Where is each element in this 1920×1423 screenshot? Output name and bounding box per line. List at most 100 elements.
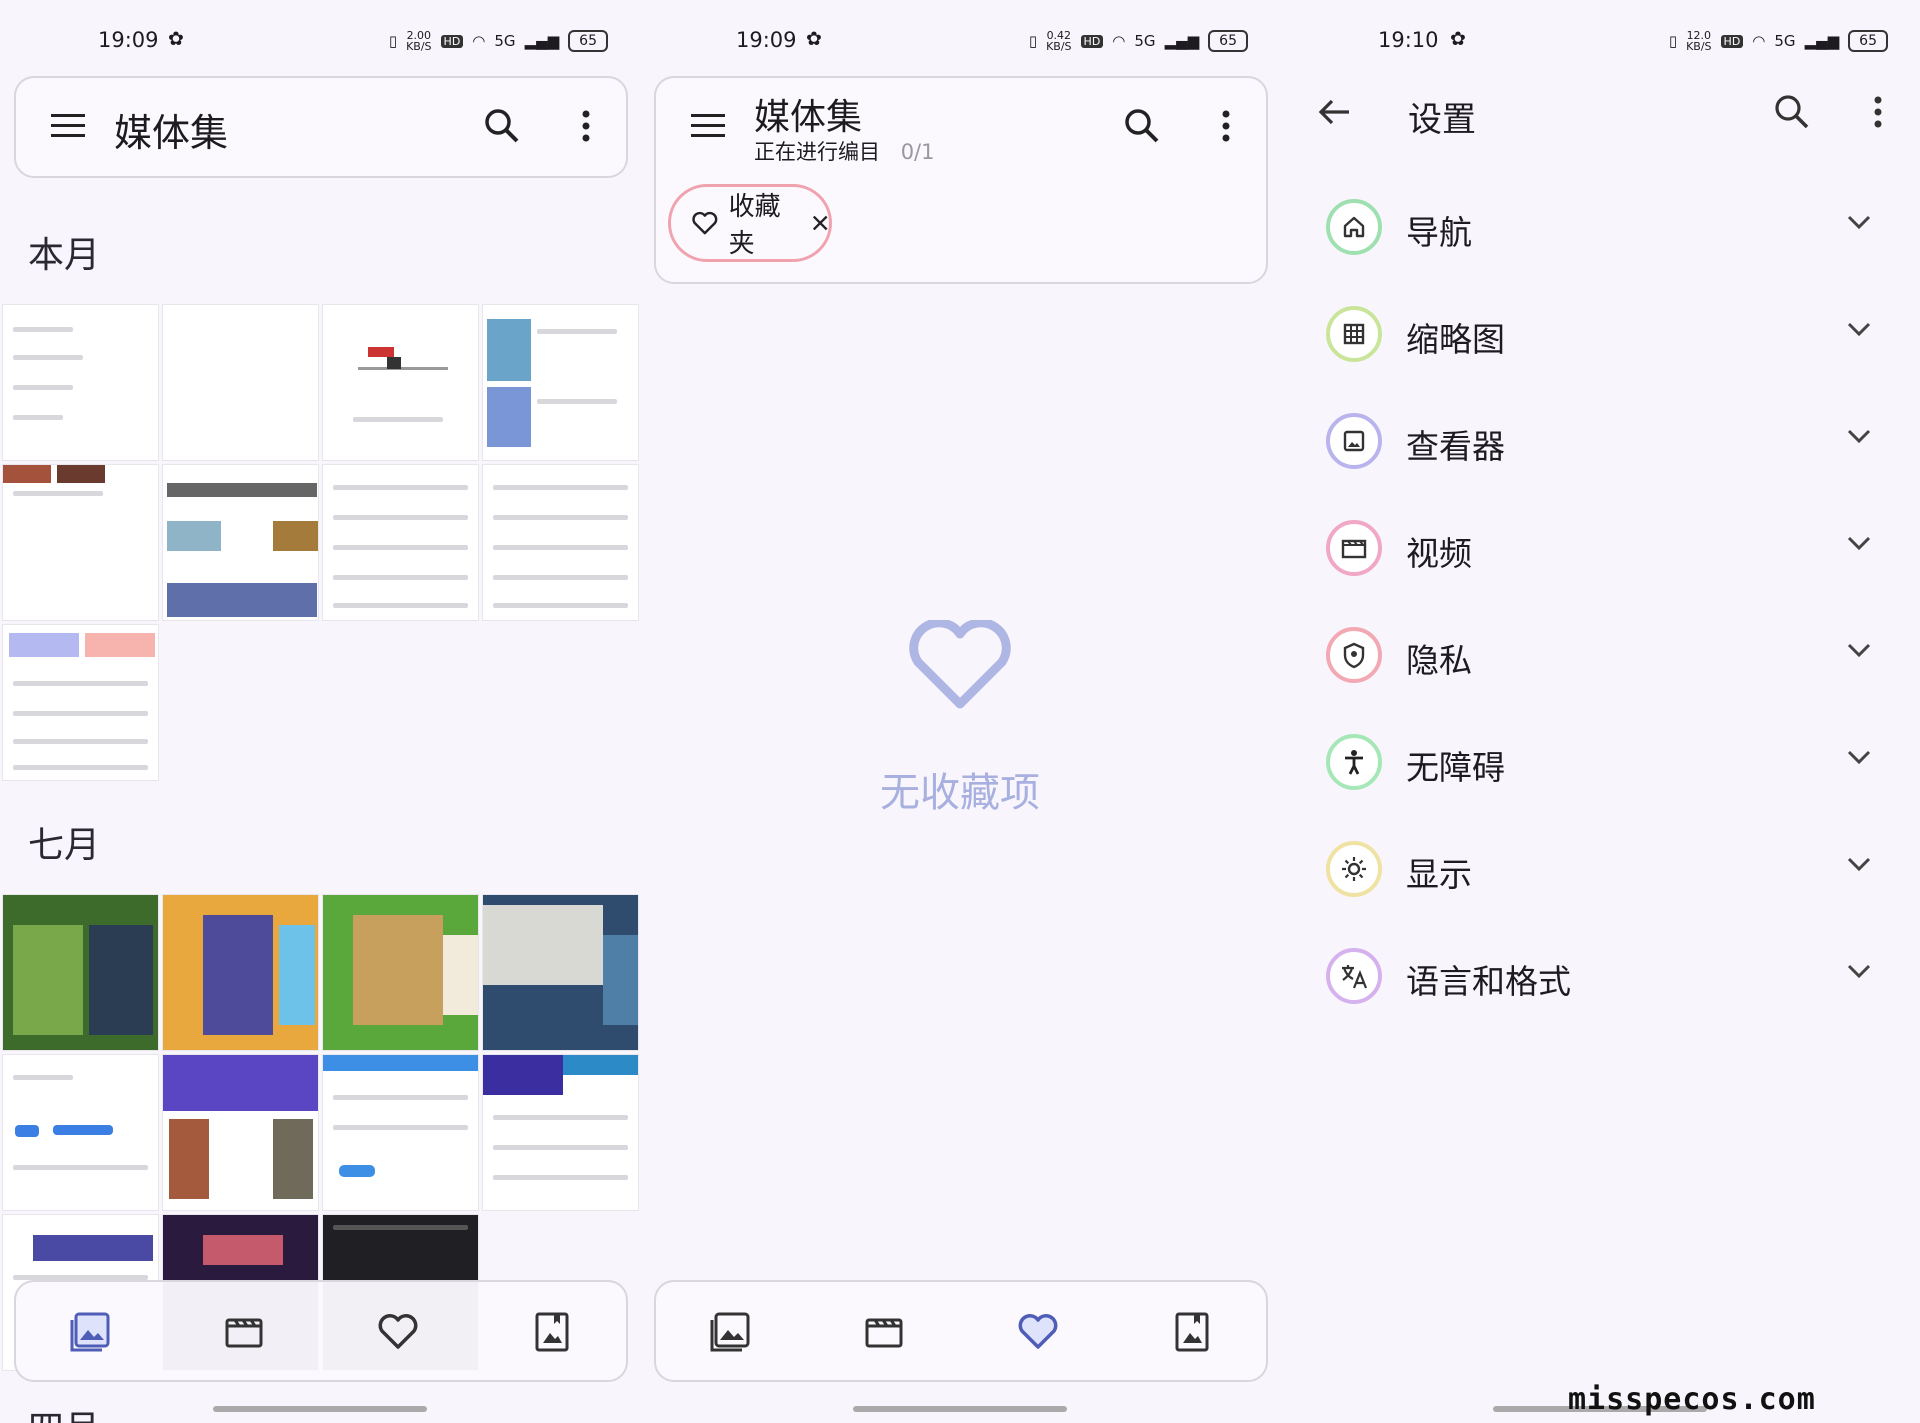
close-icon[interactable] — [811, 213, 829, 233]
media-thumbnail[interactable] — [482, 464, 639, 621]
chevron-down-icon — [1847, 322, 1871, 337]
hd-badge: HD — [1080, 34, 1104, 48]
hd-badge: HD — [1720, 34, 1744, 48]
heart-icon — [692, 211, 718, 235]
page-title: 媒体集 — [114, 111, 229, 155]
brightness-icon — [1342, 857, 1366, 881]
settings-item-label: 视频 — [1406, 534, 1472, 573]
cataloging-progress: 0/1 — [900, 140, 935, 164]
status-bar: 19:09 ✿ ▯ 2.00 KB/S HD ◠ 5G ▂▄▆ 65 — [0, 24, 640, 60]
signal-icon: ▂▄▆ — [1804, 32, 1840, 50]
translate-icon — [1342, 965, 1368, 989]
media-thumbnail[interactable] — [162, 1054, 319, 1211]
chevron-down-icon — [1847, 643, 1871, 658]
nav-videos-icon[interactable] — [216, 1304, 272, 1360]
settings-icon-ring — [1326, 306, 1382, 362]
media-thumbnail[interactable] — [2, 894, 159, 1051]
chevron-down-icon — [1847, 429, 1871, 444]
settings-item-label: 查看器 — [1406, 427, 1505, 466]
battery-level: 65 — [568, 30, 608, 52]
nav-albums-icon[interactable] — [1164, 1304, 1220, 1360]
media-thumbnail[interactable] — [2, 1054, 159, 1211]
vibrate-icon: ▯ — [1028, 32, 1038, 50]
media-thumbnail[interactable] — [482, 1054, 639, 1211]
settings-icon-ring — [1326, 841, 1382, 897]
nav-albums-icon[interactable] — [524, 1304, 580, 1360]
battery-level: 65 — [1848, 30, 1888, 52]
chevron-down-icon — [1847, 964, 1871, 979]
search-icon[interactable] — [1768, 88, 1816, 136]
settings-item-label: 语言和格式 — [1406, 962, 1571, 1001]
vibrate-icon: ▯ — [388, 32, 398, 50]
bottom-navigation — [654, 1280, 1268, 1382]
gesture-handle — [213, 1406, 427, 1412]
media-thumbnail[interactable] — [322, 464, 479, 621]
settings-item-accessibility[interactable]: 无障碍 — [1326, 725, 1886, 805]
media-thumbnail[interactable] — [322, 1054, 479, 1211]
search-icon[interactable] — [478, 102, 526, 150]
network-speed-unit: KB/S — [406, 40, 432, 53]
settings-item-language[interactable]: 语言和格式 — [1326, 939, 1886, 1019]
media-thumbnail[interactable] — [162, 304, 319, 461]
status-time: 19:09 — [736, 28, 797, 52]
settings-item-display[interactable]: 显示 — [1326, 832, 1886, 912]
status-bar: 19:10 ✿ ▯ 12.0 KB/S HD ◠ 5G ▂▄▆ 65 — [1280, 24, 1920, 60]
signal-icon: ▂▄▆ — [524, 32, 560, 50]
gesture-handle — [853, 1406, 1067, 1412]
settings-icon-ring — [1326, 520, 1382, 576]
more-options-icon[interactable] — [1854, 88, 1902, 136]
settings-item-privacy[interactable]: 隐私 — [1326, 618, 1886, 698]
network-type: 5G — [1134, 32, 1156, 50]
nav-favorites-icon[interactable] — [1010, 1304, 1066, 1360]
media-thumbnail[interactable] — [162, 894, 319, 1051]
media-thumbnail[interactable] — [2, 464, 159, 621]
more-options-icon[interactable] — [562, 102, 610, 150]
settings-item-thumbnails[interactable]: 缩略图 — [1326, 297, 1886, 377]
wifi-icon: ◠ — [1752, 32, 1766, 50]
network-speed-unit: KB/S — [1686, 40, 1712, 53]
settings-item-label: 无障碍 — [1406, 748, 1505, 787]
status-bar: 19:09 ✿ ▯ 0.42 KB/S HD ◠ 5G ▂▄▆ 65 — [640, 24, 1280, 60]
nav-videos-icon[interactable] — [856, 1304, 912, 1360]
section-header-july: 七月 — [28, 825, 101, 866]
hd-badge: HD — [440, 34, 464, 48]
chevron-down-icon — [1847, 750, 1871, 765]
media-thumbnail[interactable] — [162, 464, 319, 621]
settings-icon-ring — [1326, 199, 1382, 255]
chevron-down-icon — [1847, 857, 1871, 872]
nav-photos-icon[interactable] — [62, 1304, 118, 1360]
settings-icon-ring — [1326, 413, 1382, 469]
media-thumbnail[interactable] — [322, 894, 479, 1051]
network-type: 5G — [494, 32, 516, 50]
favorites-screen: 19:09 ✿ ▯ 0.42 KB/S HD ◠ 5G ▂▄▆ 65 媒体集 正在… — [640, 0, 1280, 1423]
media-thumbnail[interactable] — [2, 304, 159, 461]
chevron-down-icon — [1847, 536, 1871, 551]
page-title: 媒体集 — [754, 97, 863, 138]
nav-photos-icon[interactable] — [702, 1304, 758, 1360]
vibrate-icon: ▯ — [1668, 32, 1678, 50]
more-options-icon[interactable] — [1202, 102, 1250, 150]
media-thumbnail[interactable] — [322, 304, 479, 461]
settings-item-viewer[interactable]: 查看器 — [1326, 404, 1886, 484]
menu-icon[interactable] — [44, 102, 92, 150]
grid-icon — [1343, 323, 1365, 345]
image-icon — [1343, 430, 1365, 452]
favorites-filter-chip[interactable]: 收藏夹 — [668, 184, 832, 262]
settings-item-navigation[interactable]: 导航 — [1326, 190, 1886, 270]
shield-icon — [1343, 642, 1365, 669]
status-time: 19:10 — [1378, 28, 1439, 52]
media-thumbnail[interactable] — [482, 894, 639, 1051]
back-arrow-icon[interactable] — [1310, 88, 1358, 136]
media-thumbnail[interactable] — [482, 304, 639, 461]
settings-item-video[interactable]: 视频 — [1326, 511, 1886, 591]
settings-item-label: 显示 — [1406, 855, 1472, 894]
top-app-bar: 媒体集 — [14, 76, 628, 178]
home-icon — [1343, 216, 1365, 238]
nav-favorites-icon[interactable] — [370, 1304, 426, 1360]
settings-item-label: 缩略图 — [1406, 320, 1505, 359]
media-thumbnail[interactable] — [2, 624, 159, 781]
search-icon[interactable] — [1118, 102, 1166, 150]
accessibility-icon — [1345, 750, 1363, 775]
media-grid-this-month — [2, 304, 639, 781]
menu-icon[interactable] — [684, 102, 732, 150]
